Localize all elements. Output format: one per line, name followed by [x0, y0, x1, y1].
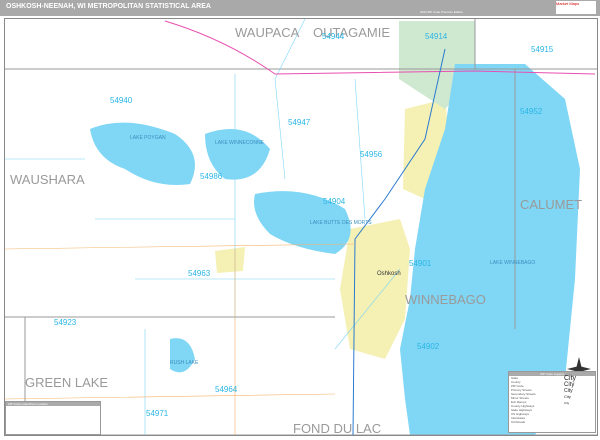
zip-label: 54944 — [322, 32, 345, 41]
zip-label: 54986 — [200, 172, 223, 181]
lake-label: LAKE WINNECONNE — [215, 140, 265, 146]
zip-label: 54914 — [425, 32, 448, 41]
zip-label: 54971 — [146, 409, 169, 418]
zip-label: 54902 — [417, 342, 440, 351]
zip-table-title: ZIP Code Index/Post Location — [6, 402, 100, 406]
map-title: OSHKOSH-NEENAH, WI METROPOLITAN STATISTI… — [6, 3, 211, 10]
legend-city-size: City — [564, 401, 570, 405]
zip-index-table: ZIP Code Index/Post Location — [5, 401, 101, 435]
brand-logo: Market Maps — [556, 1, 596, 14]
map-legend: ZIP Code Legend State County ZIP Code Pr… — [508, 371, 596, 433]
lake-label: LAKE WINNEBAGO — [490, 260, 535, 266]
zip-label: 54901 — [409, 259, 432, 268]
rush-lake — [170, 338, 195, 373]
zip-label: 54947 — [288, 118, 311, 127]
city-label: Oshkosh — [377, 271, 401, 277]
lake-label: LAKE POYGAN — [130, 135, 166, 141]
zip-label: 54904 — [323, 197, 346, 206]
lake-label: LAKE BUTTE DES MORTS — [310, 220, 372, 226]
header-bar: OSHKOSH-NEENAH, WI METROPOLITAN STATISTI… — [0, 0, 600, 16]
county-label: GREEN LAKE — [25, 375, 108, 390]
lake-label: RUSH LAKE — [170, 360, 199, 366]
edition-label: 2023 ZIP Code Premium Edition — [420, 10, 463, 14]
zip-label: 54956 — [360, 150, 383, 159]
zip-label: 54940 — [110, 96, 133, 105]
urban-area-omro — [215, 247, 245, 273]
legend-item: Toll Roads — [511, 420, 526, 424]
zip-label: 54923 — [54, 318, 77, 327]
county-label: WINNEBAGO — [405, 292, 486, 307]
zip-label: 54915 — [531, 45, 554, 54]
zip-label: 54963 — [188, 269, 211, 278]
county-label: WAUPACA — [235, 25, 300, 40]
urban-area-oshkosh — [340, 219, 410, 359]
lake-poygan — [90, 122, 195, 185]
county-label: CALUMET — [520, 197, 582, 212]
zip-label: 54964 — [215, 385, 238, 394]
zip-label: 54952 — [520, 107, 543, 116]
county-label: FOND DU LAC — [293, 421, 381, 435]
county-label: WAUSHARA — [10, 172, 85, 187]
